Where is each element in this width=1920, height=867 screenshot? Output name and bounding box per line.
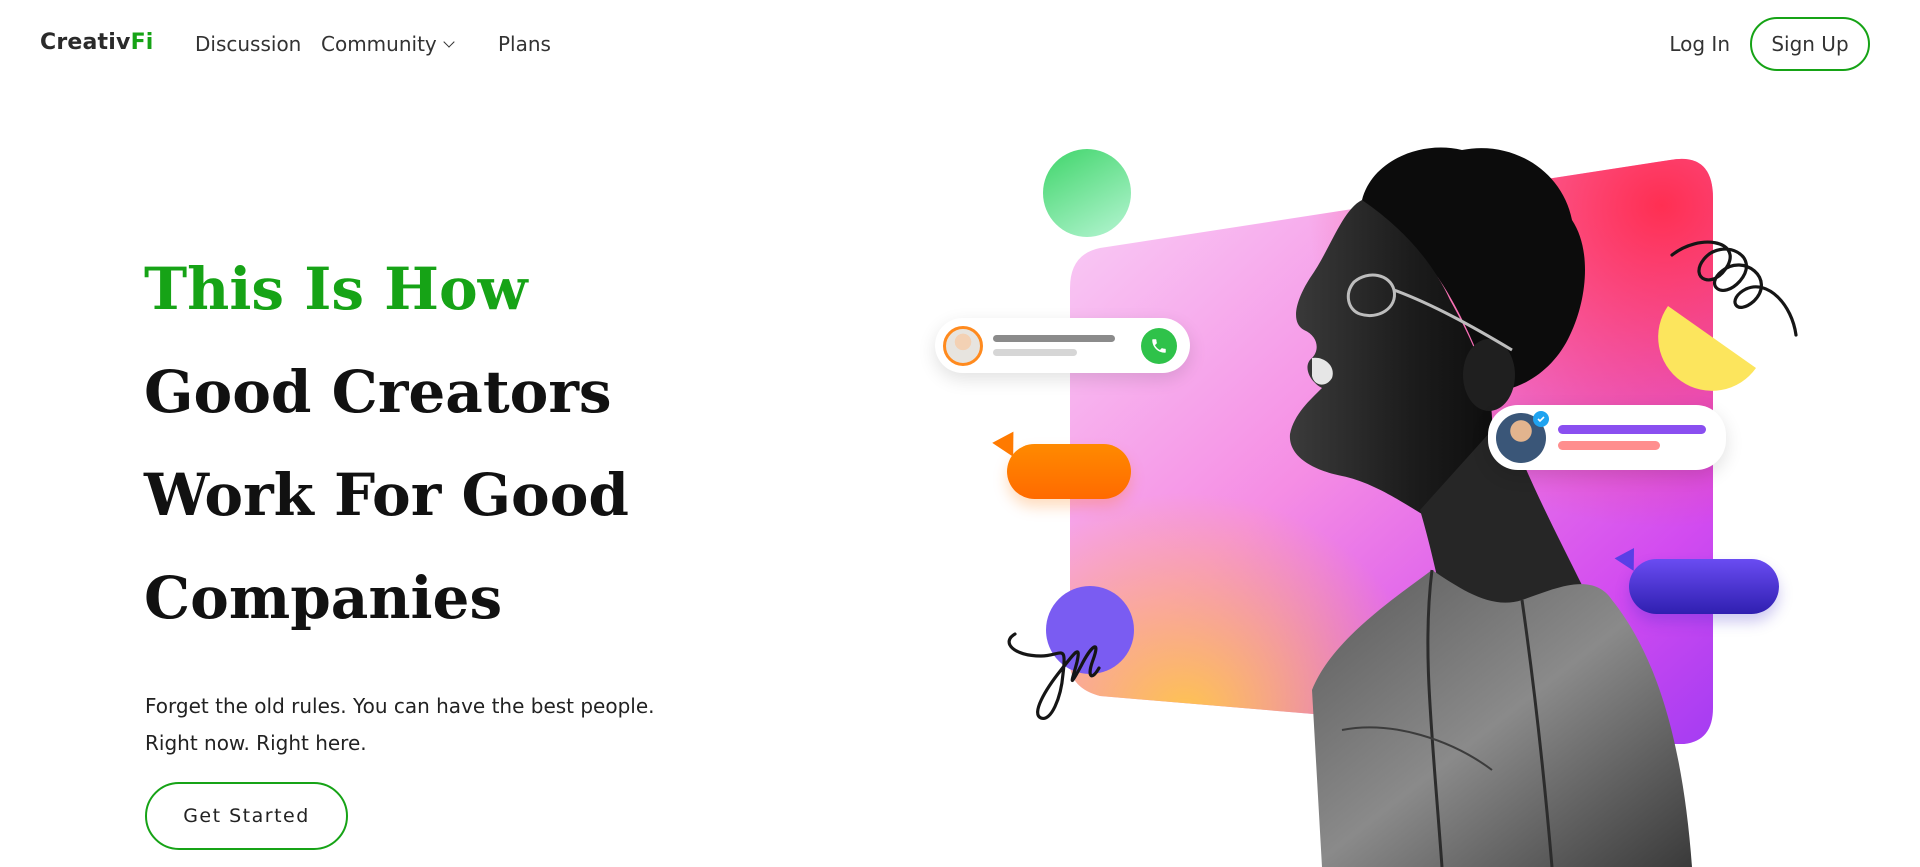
decorative-scribble-bottom	[1007, 632, 1101, 720]
login-link[interactable]: Log In	[1669, 32, 1730, 56]
avatar	[943, 326, 983, 366]
hero-title: This Is How Good Creators Work For Good …	[144, 238, 629, 650]
placeholder-text-bar	[1558, 425, 1706, 434]
hero-subtitle-line-2: Right now. Right here.	[145, 731, 367, 755]
nav-link-discussion[interactable]: Discussion	[195, 32, 301, 56]
hero-title-line-4: Companies	[144, 564, 503, 632]
hero-title-line-1: This Is How	[144, 255, 528, 323]
nav-link-community[interactable]: Community	[321, 32, 455, 56]
hero-title-line-2: Good Creators	[144, 358, 612, 426]
incoming-call-card	[935, 318, 1190, 373]
placeholder-text-bar	[993, 349, 1077, 356]
hero-subtitle-line-1: Forget the old rules. You can have the b…	[145, 694, 655, 718]
get-started-button[interactable]: Get Started	[145, 782, 348, 850]
brand-logo[interactable]: CreativFi	[40, 30, 154, 55]
profile-card	[1488, 405, 1726, 470]
hero-subtitle: Forget the old rules. You can have the b…	[145, 688, 655, 762]
logo-accent-text: Fi	[130, 30, 154, 55]
chevron-down-icon	[443, 36, 455, 48]
placeholder-text-bar	[1558, 441, 1660, 450]
signup-button[interactable]: Sign Up	[1750, 17, 1870, 71]
logo-text: Creativ	[40, 30, 131, 55]
phone-icon	[1141, 328, 1177, 364]
hero-illustration	[900, 130, 1820, 867]
orange-chat-bubble	[1007, 444, 1131, 499]
decorative-green-circle	[1043, 149, 1131, 237]
top-navigation: CreativFi Discussion Community Plans Log…	[0, 0, 1920, 88]
placeholder-text-bar	[993, 335, 1115, 342]
hero-person-image	[1289, 147, 1692, 867]
verified-check-icon	[1533, 411, 1549, 427]
nav-link-plans[interactable]: Plans	[498, 32, 551, 56]
hero-title-line-3: Work For Good	[144, 461, 629, 529]
nav-link-community-label: Community	[321, 32, 437, 56]
